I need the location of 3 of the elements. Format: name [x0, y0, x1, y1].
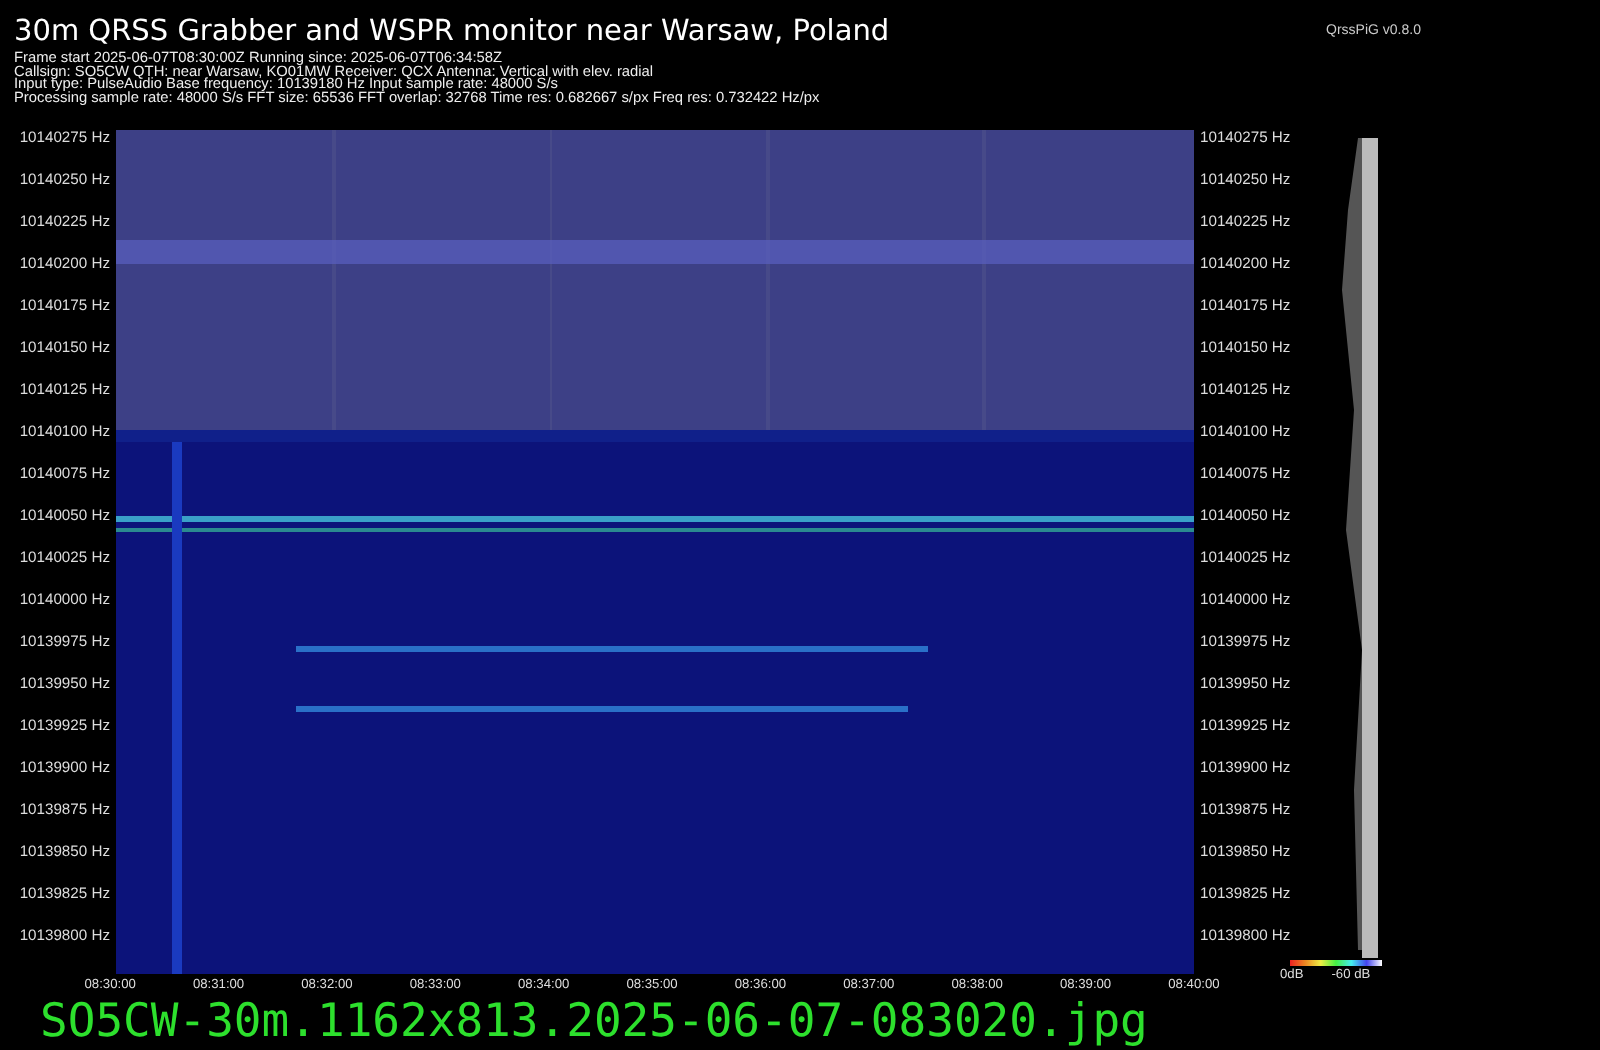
filename-caption: SO5CW-30m.1162x813.2025-06-07-083020.jpg	[40, 996, 1148, 1048]
colorbar	[1290, 960, 1382, 966]
page-title: 30m QRSS Grabber and WSPR monitor near Warsaw, Poland	[14, 14, 890, 51]
